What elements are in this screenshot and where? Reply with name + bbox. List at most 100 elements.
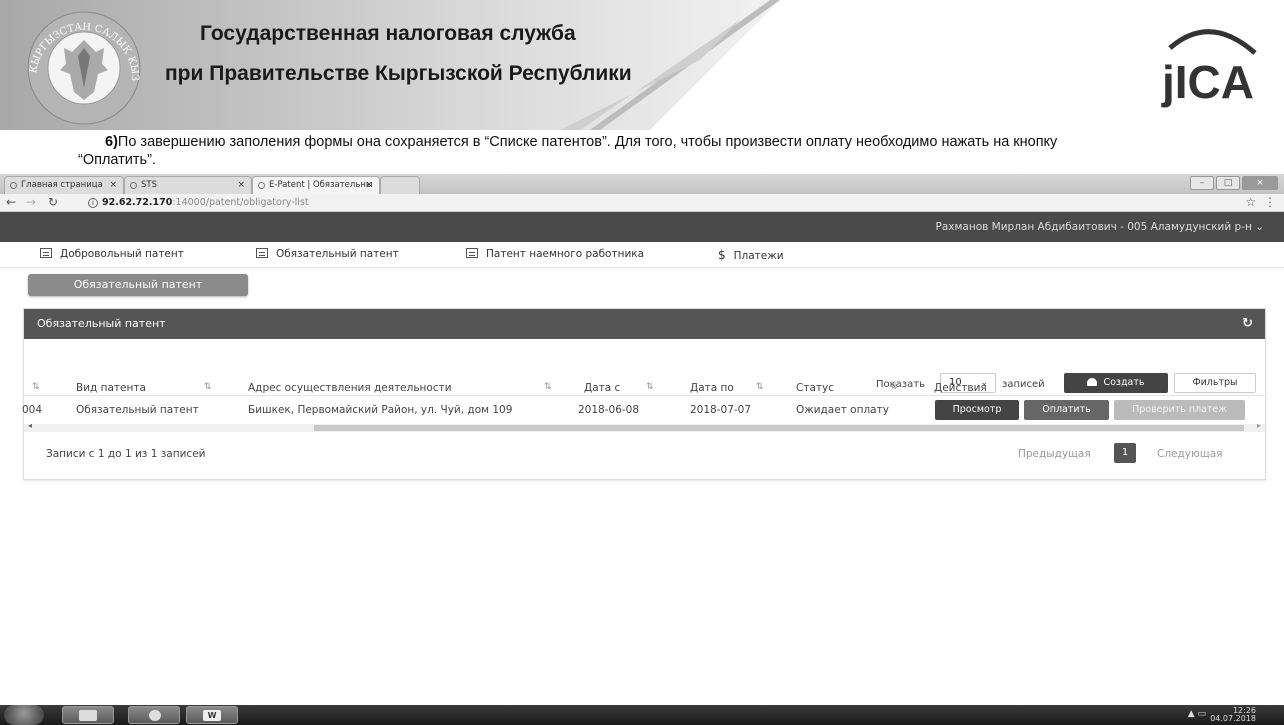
horizontal-scrollbar[interactable]: ◂ ▸: [24, 421, 1265, 432]
url-path: :14000/patent/obligatory-list: [172, 197, 309, 208]
close-icon[interactable]: ×: [237, 177, 245, 193]
back-arrow-icon[interactable]: ←: [6, 195, 16, 209]
word-icon: W: [203, 710, 221, 721]
bookmark-star-icon[interactable]: ☆: [1245, 195, 1256, 209]
instruction-line2: “Оплатить”.: [78, 152, 156, 168]
list-icon: [256, 248, 268, 258]
org-title-line1: Государственная налоговая служба: [200, 22, 576, 45]
chevron-down-icon: ⌄: [1255, 221, 1264, 233]
list-icon: [40, 248, 52, 258]
pagination-prev[interactable]: Предыдущая: [1018, 448, 1091, 460]
divider: [24, 395, 1265, 396]
nav-label: Платежи: [733, 250, 784, 262]
create-label: Создать: [1103, 377, 1145, 388]
window-controls: – □ ×: [1190, 176, 1278, 190]
tab-epatent[interactable]: E-Patent | Обязательны ×: [252, 176, 380, 194]
show-label: Показать: [876, 379, 925, 390]
nav-label: Патент наемного работника: [486, 248, 645, 260]
info-icon[interactable]: i: [88, 198, 98, 208]
jica-logo: jICA: [1161, 29, 1257, 108]
url-host: 92.62.72.170: [102, 197, 173, 208]
app-user-bar: Рахманов Мирлан Абдибаитович - 005 Аламу…: [0, 212, 1284, 242]
check-payment-button[interactable]: Проверить платеж: [1114, 400, 1245, 420]
browser-menu-icon[interactable]: ⋮: [1264, 195, 1276, 209]
tab-label: E-Patent | Обязательны: [269, 180, 373, 190]
add-user-icon: [1087, 378, 1098, 386]
view-button[interactable]: Просмотр: [935, 400, 1019, 420]
scrollbar-thumb[interactable]: [314, 425, 1244, 431]
close-icon[interactable]: ×: [365, 177, 373, 193]
column-header: Действия: [934, 382, 987, 394]
tab-home[interactable]: Главная страница ×: [4, 176, 124, 194]
globe-icon: [10, 182, 17, 189]
user-name: Рахманов Мирлан Абдибаитович - 005 Аламу…: [935, 221, 1252, 233]
os-taskbar: W ▲ ▭ 12:26 04.07.2018: [0, 705, 1284, 725]
instruction-step: 6): [105, 134, 118, 150]
patent-list-panel: Обязательный патент ↻ Показать 10 ⌄ запи…: [22, 308, 1266, 480]
cell-date-from: 2018-06-08: [578, 404, 640, 416]
column-header[interactable]: Дата по: [690, 382, 734, 394]
tax-service-emblem: КЫРГЫЗСТАН САЛЫК КЫЗМАТЫ: [14, 8, 141, 125]
cell-date-to: 2018-07-07: [690, 404, 752, 416]
nav-label: Добровольный патент: [60, 248, 184, 260]
address-bar: ← → ↻ i 92.62.72.170:14000/patent/obligat…: [0, 194, 1284, 212]
nav-employee-patent[interactable]: Патент наемного работника: [466, 248, 644, 260]
clock-date: 04.07.2018: [1210, 714, 1256, 723]
taskbar-word[interactable]: W: [186, 706, 238, 724]
pagination-next[interactable]: Следующая: [1157, 448, 1222, 460]
sort-icon[interactable]: ⇅: [32, 382, 40, 392]
url-input[interactable]: i 92.62.72.170:14000/patent/obligatory-li…: [88, 196, 1248, 210]
chrome-icon: [149, 710, 161, 721]
network-icon[interactable]: ▲ ▭: [1188, 709, 1206, 719]
sort-icon[interactable]: ⇅: [646, 382, 654, 392]
column-header[interactable]: Вид патента: [76, 382, 146, 394]
create-button[interactable]: Создать: [1064, 373, 1168, 393]
forward-arrow-icon[interactable]: →: [26, 195, 36, 209]
sort-icon[interactable]: ⇅: [756, 382, 764, 392]
filters-button[interactable]: Фильтры: [1174, 373, 1256, 393]
minimize-icon[interactable]: –: [1190, 176, 1214, 190]
cell-address: Бишкек, Первомайский Район, ул. Чуй, дом…: [248, 404, 513, 416]
scroll-right-icon[interactable]: ▸: [1257, 421, 1261, 430]
panel-title: Обязательный патент: [37, 317, 166, 330]
cell-type: Обязательный патент: [76, 404, 199, 416]
column-header[interactable]: Дата с: [584, 382, 620, 394]
clock[interactable]: 12:26 04.07.2018: [1210, 707, 1256, 723]
folder-icon: [79, 710, 97, 721]
new-tab-button[interactable]: [380, 176, 420, 194]
sort-icon[interactable]: ⇅: [544, 382, 552, 392]
start-button[interactable]: [4, 705, 44, 725]
close-icon[interactable]: ×: [109, 177, 117, 193]
column-header[interactable]: Статус: [796, 382, 834, 394]
slide-header: КЫРГЫЗСТАН САЛЫК КЫЗМАТЫ Государственная…: [0, 0, 1284, 130]
app-nav-bar: Добровольный патент Обязательный патент …: [0, 242, 1284, 268]
sort-icon[interactable]: ⇅: [204, 382, 212, 392]
cell-status: Ожидает оплату: [796, 404, 889, 416]
globe-icon: [130, 182, 137, 189]
pay-button[interactable]: Оплатить: [1024, 400, 1109, 420]
obligatory-patent-button[interactable]: Обязательный патент: [28, 274, 248, 296]
cell-id: 004: [22, 404, 43, 416]
nav-label: Обязательный патент: [276, 248, 399, 260]
svg-text:jICA: jICA: [1161, 56, 1254, 108]
column-header[interactable]: Адрес осуществления деятельности: [248, 382, 452, 394]
browser-tab-bar: Главная страница × STS × E-Patent | Обяз…: [0, 174, 1284, 194]
reload-icon[interactable]: ↻: [48, 195, 58, 209]
refresh-icon[interactable]: ↻: [1242, 309, 1253, 339]
maximize-icon[interactable]: □: [1216, 176, 1240, 190]
user-menu[interactable]: Рахманов Мирлан Абдибаитович - 005 Аламу…: [936, 221, 1265, 233]
tab-label: Главная страница: [21, 180, 103, 190]
records-info: Записи с 1 до 1 из 1 записей: [46, 448, 206, 460]
taskbar-chrome[interactable]: [128, 706, 180, 724]
tab-sts[interactable]: STS ×: [124, 176, 252, 194]
taskbar-explorer[interactable]: [62, 706, 114, 724]
nav-obligatory-patent[interactable]: Обязательный патент: [256, 248, 399, 260]
sort-icon[interactable]: ⇅: [890, 382, 898, 392]
pagination-current[interactable]: 1: [1114, 443, 1136, 463]
nav-payments[interactable]: $ Платежи: [718, 248, 784, 262]
nav-voluntary-patent[interactable]: Добровольный патент: [40, 248, 184, 260]
close-window-icon[interactable]: ×: [1242, 176, 1278, 190]
scroll-left-icon[interactable]: ◂: [28, 421, 32, 430]
globe-icon: [258, 182, 265, 189]
records-label: записей: [1002, 379, 1045, 390]
